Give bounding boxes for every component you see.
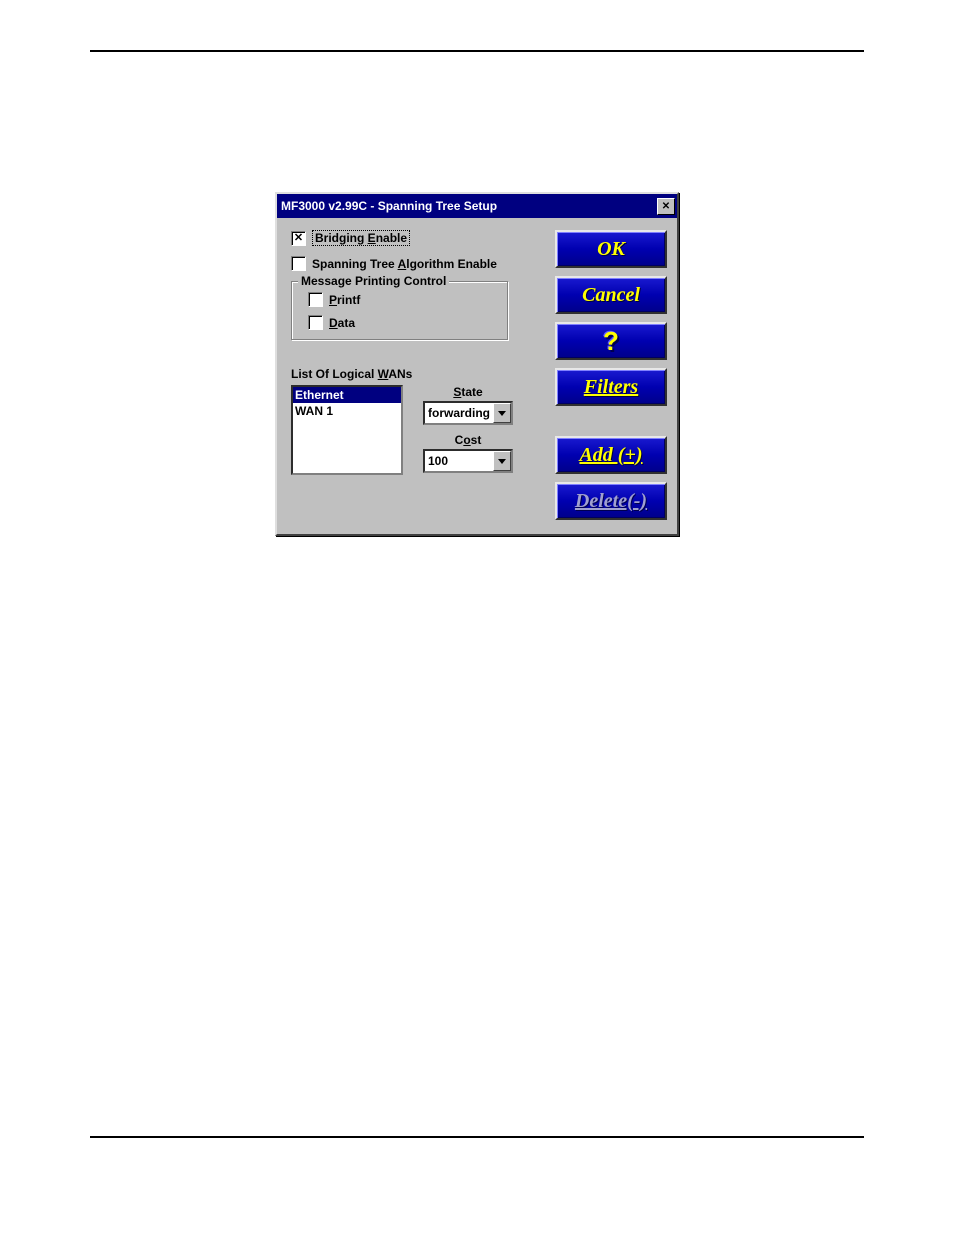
ok-button[interactable]: OK [555, 230, 667, 268]
state-label: State [453, 385, 482, 399]
add-button[interactable]: Add (+) [555, 436, 667, 474]
wans-heading: List Of Logical WANs [291, 367, 545, 381]
list-item[interactable]: WAN 1 [293, 403, 401, 419]
chevron-down-icon[interactable] [493, 403, 511, 423]
message-printing-group: Message Printing Control Printf Data [291, 281, 509, 341]
cost-value: 100 [425, 451, 493, 471]
rule-top [90, 50, 864, 52]
help-button[interactable]: ? [555, 322, 667, 360]
data-label: Data [329, 316, 355, 330]
titlebar: MF3000 v2.99C - Spanning Tree Setup ✕ [277, 194, 677, 218]
list-item[interactable]: Ethernet [293, 387, 401, 403]
cost-label: Cost [455, 433, 482, 447]
cancel-button[interactable]: Cancel [555, 276, 667, 314]
spt-enable-checkbox[interactable] [291, 256, 306, 271]
data-checkbox[interactable] [308, 315, 323, 330]
chevron-down-icon[interactable] [493, 451, 511, 471]
printf-row[interactable]: Printf [308, 292, 498, 307]
message-printing-legend: Message Printing Control [298, 274, 449, 288]
wans-listbox[interactable]: Ethernet WAN 1 [291, 385, 403, 475]
close-icon[interactable]: ✕ [657, 198, 675, 215]
cost-combo[interactable]: 100 [423, 449, 513, 473]
data-row[interactable]: Data [308, 315, 498, 330]
help-icon: ? [603, 326, 619, 357]
state-combo[interactable]: forwarding [423, 401, 513, 425]
spt-enable-label: Spanning Tree Algorithm Enable [312, 257, 497, 271]
filters-button[interactable]: Filters [555, 368, 667, 406]
spt-enable-row[interactable]: Spanning Tree Algorithm Enable [291, 256, 545, 271]
window-title: MF3000 v2.99C - Spanning Tree Setup [281, 199, 497, 213]
bridging-enable-label: Bridging Enable [312, 230, 410, 246]
dialog-spanning-tree: MF3000 v2.99C - Spanning Tree Setup ✕ ✕ … [275, 192, 679, 536]
bridging-enable-row[interactable]: ✕ Bridging Enable [291, 230, 545, 246]
bridging-enable-checkbox[interactable]: ✕ [291, 231, 306, 246]
state-value: forwarding [425, 403, 493, 423]
printf-label: Printf [329, 293, 360, 307]
delete-button[interactable]: Delete(-) [555, 482, 667, 520]
printf-checkbox[interactable] [308, 292, 323, 307]
rule-bottom [90, 1136, 864, 1138]
